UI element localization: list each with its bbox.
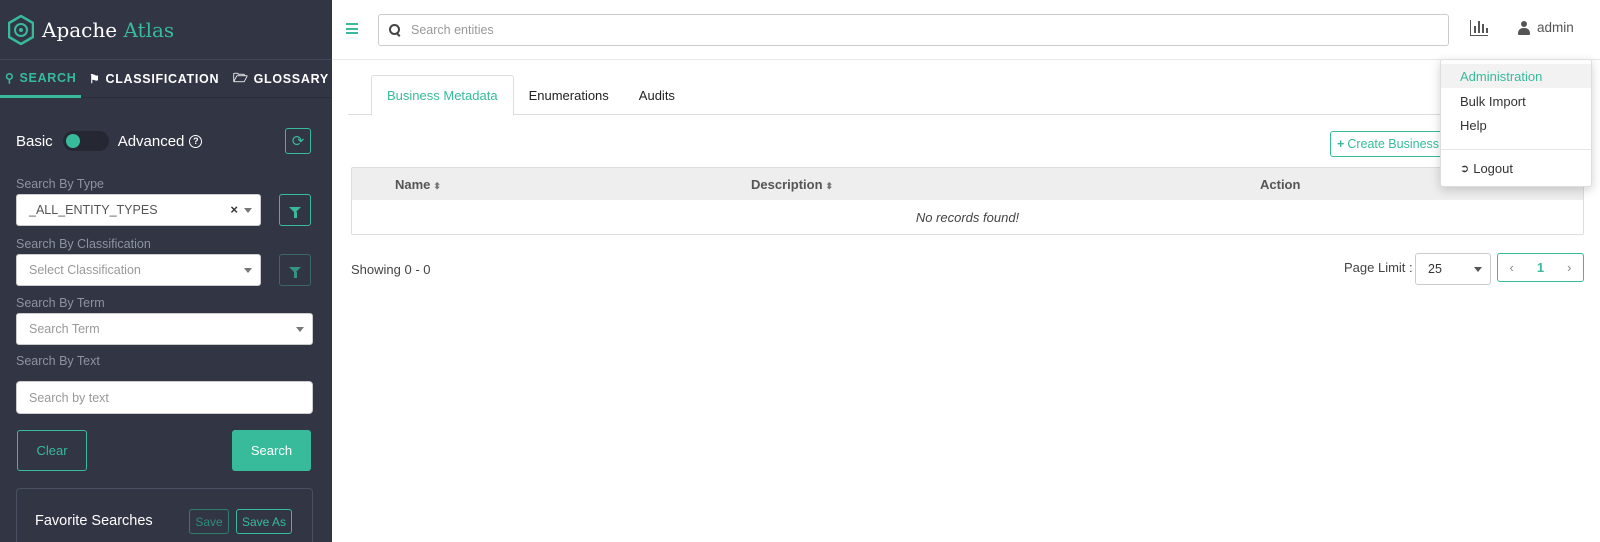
classification-filter-button[interactable] [279,254,311,286]
column-name-label: Name [395,177,431,192]
tab-search[interactable]: ⚲ SEARCH [0,60,81,98]
basic-label: Basic [16,132,53,150]
search-mode-toggle-row: Basic Advanced ? [16,131,203,151]
menu-item-help[interactable]: Help [1441,113,1591,137]
statistics-icon[interactable] [1470,20,1488,36]
column-description-label: Description [751,177,823,192]
favorite-searches-panel: Favorite Searches Save Save As [16,488,313,542]
column-action: Action [1260,177,1301,192]
refresh-button[interactable]: ⟳ [285,128,311,154]
business-metadata-table: Name ⬍ Description ⬍ Action No records fou… [351,167,1584,235]
search-by-classification-label: Search By Classification [16,237,151,251]
global-search-input[interactable]: Search entities [378,14,1449,46]
admin-tabs: Business Metadata Enumerations Audits [348,75,1585,116]
showing-count: Showing 0 - 0 [351,262,431,277]
brand-name-part2: Atlas [123,17,175,42]
sign-out-icon: ➲ [1460,162,1470,175]
sort-icon: ⬍ [825,181,834,191]
tab-search-label: SEARCH [19,70,77,85]
empty-table-message: No records found! [915,210,1020,225]
chevron-down-icon [244,208,252,213]
brand-name: Apache Atlas [42,18,174,42]
menu-toggle-icon[interactable] [346,23,358,37]
help-circle-icon[interactable]: ? [189,134,203,148]
tab-business-metadata[interactable]: Business Metadata [371,75,514,116]
user-icon [1518,20,1530,35]
sidebar-tabs: ⚲ SEARCH ⚑ CLASSIFICATION 🗁 GLOSSARY [0,60,332,98]
column-description[interactable]: Description ⬍ [751,177,833,192]
term-placeholder: Search Term [29,322,100,336]
folder-open-icon: 🗁 [233,70,249,85]
chevron-down-icon [244,268,252,273]
atlas-logo-icon [8,14,34,45]
search-button[interactable]: Search [232,430,311,471]
search-text-placeholder: Search by text [29,390,109,405]
menu-item-logout[interactable]: ➲ Logout [1441,156,1591,180]
clear-selection-icon[interactable]: × [230,202,238,217]
menu-item-bulk-import[interactable]: Bulk Import [1441,89,1591,113]
sort-icon: ⬍ [433,181,441,191]
filter-icon [289,267,301,278]
tab-classification[interactable]: ⚑ CLASSIFICATION [81,60,225,98]
global-search-placeholder: Search entities [411,23,494,37]
tab-enumerations[interactable]: Enumerations [514,75,624,115]
menu-divider [1441,149,1591,150]
page-number[interactable]: 1 [1537,260,1544,275]
save-favorite-button[interactable]: Save [189,509,229,534]
search-by-type-label: Search By Type [16,177,105,191]
filter-icon [289,207,301,218]
user-name: admin [1537,20,1574,35]
save-as-favorite-button[interactable]: Save As [236,509,292,534]
page-limit-label: Page Limit : [1344,260,1413,275]
favorite-searches-title: Favorite Searches [35,513,153,529]
switch-knob [65,134,80,148]
app: Apache Atlas ⚲ SEARCH ⚑ CLASSIFICATION 🗁… [0,0,1600,542]
tab-glossary[interactable]: 🗁 GLOSSARY [225,60,329,98]
menu-item-administration[interactable]: Administration [1441,64,1591,88]
plus-icon: + [1337,137,1345,151]
entity-type-value: _ALL_ENTITY_TYPES [29,203,158,217]
pagination: ‹ 1 › [1497,253,1584,282]
page-limit-value: 25 [1428,262,1442,276]
term-select[interactable]: Search Term [16,313,313,345]
next-page-icon[interactable]: › [1567,260,1571,275]
search-icon: ⚲ [5,70,15,85]
clear-button[interactable]: Clear [17,430,87,471]
advanced-label: Advanced [117,132,185,150]
sidebar: Apache Atlas ⚲ SEARCH ⚑ CLASSIFICATION 🗁… [0,0,332,542]
search-by-term-label: Search By Term [16,296,105,310]
brand-name-part1: Apache [42,17,124,42]
top-header: Search entities admin [332,0,1600,60]
user-dropdown-menu: Administration Bulk Import Help ➲ Logout [1440,59,1592,187]
tag-icon: ⚑ [89,72,101,86]
user-menu[interactable]: admin [1518,20,1574,35]
brand[interactable]: Apache Atlas [0,0,332,60]
chevron-down-icon [1474,267,1482,272]
table-header: Name ⬍ Description ⬍ Action [352,168,1583,200]
chevron-down-icon [296,327,304,332]
tab-classification-label: CLASSIFICATION [105,72,220,86]
entity-type-select[interactable]: _ALL_ENTITY_TYPES × [16,194,261,226]
search-icon [389,24,401,36]
create-button-label: Create Business [1347,137,1440,151]
refresh-icon: ⟳ [291,133,305,150]
type-filter-button[interactable] [279,194,311,226]
prev-page-icon[interactable]: ‹ [1510,260,1514,275]
logout-label: Logout [1473,160,1513,176]
column-name[interactable]: Name ⬍ [395,177,441,192]
search-by-text-label: Search By Text [16,354,100,368]
classification-select[interactable]: Select Classification [16,254,261,286]
classification-placeholder: Select Classification [29,263,141,277]
search-text-input[interactable]: Search by text [16,381,313,414]
tab-audits[interactable]: Audits [624,75,690,115]
tab-glossary-label: GLOSSARY [253,72,329,86]
page-limit-select[interactable]: 25 [1415,253,1491,285]
search-mode-switch[interactable] [62,131,109,151]
